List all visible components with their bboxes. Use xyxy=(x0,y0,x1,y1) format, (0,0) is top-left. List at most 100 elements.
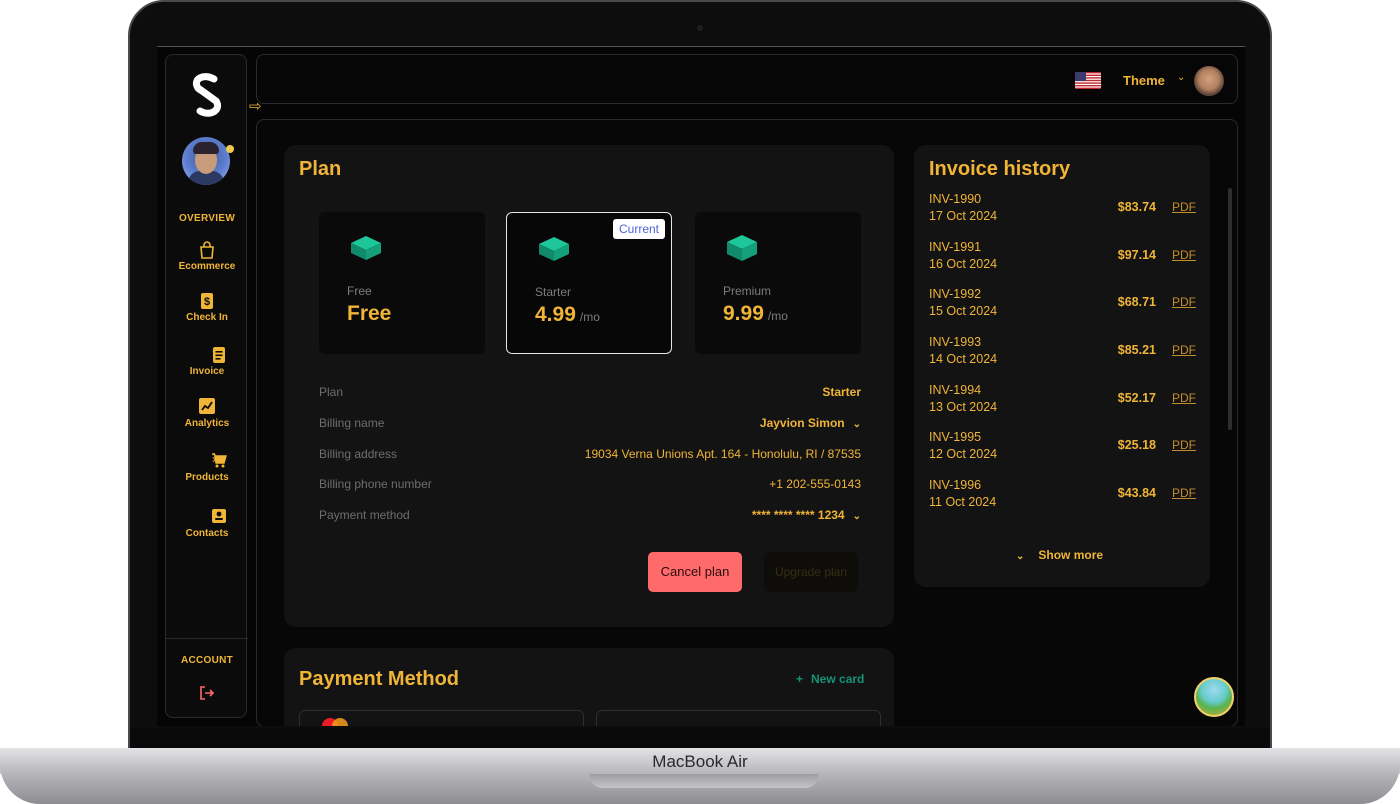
chevron-down-icon: ⌄ xyxy=(1016,551,1025,562)
screen: OVERVIEW Ecommerce $ Check In › Invoice xyxy=(157,46,1245,726)
detail-value: Starter xyxy=(822,385,861,399)
cube-icon xyxy=(727,235,757,261)
chevron-down-icon: ⌄ xyxy=(852,511,861,522)
invoice-id: INV-1990 xyxy=(929,192,982,206)
invoice-pdf-link[interactable]: PDF xyxy=(1172,438,1196,452)
new-card-button[interactable]: + New card xyxy=(796,672,864,686)
sidebar-item-label: Ecommerce xyxy=(178,261,236,272)
invoice-row: INV-1993 14 Oct 2024 $85.21 PDF xyxy=(929,335,1199,371)
invoice-pdf-link[interactable]: PDF xyxy=(1172,486,1196,500)
online-status-dot xyxy=(226,145,234,153)
document-icon xyxy=(190,346,248,364)
new-card-label: New card xyxy=(811,672,865,686)
detail-label: Payment method xyxy=(319,508,410,522)
invoice-pdf-link[interactable]: PDF xyxy=(1172,200,1196,214)
logout-icon xyxy=(166,685,248,703)
user-avatar[interactable] xyxy=(182,137,230,185)
invoice-row: INV-1995 12 Oct 2024 $25.18 PDF xyxy=(929,430,1199,466)
payment-method-dropdown[interactable]: **** **** **** 1234 ⌄ xyxy=(752,508,861,522)
invoice-date: 12 Oct 2024 xyxy=(929,447,998,461)
sidebar-item-contacts[interactable]: › Contacts xyxy=(166,508,248,539)
detail-label: Billing phone number xyxy=(319,477,432,491)
camera-icon xyxy=(697,25,703,31)
plan-card: Plan Free Free Current Starter 4.99/mo P… xyxy=(284,145,894,627)
sidebar-item-ecommerce[interactable]: Ecommerce xyxy=(166,241,248,272)
invoice-pdf-link[interactable]: PDF xyxy=(1172,248,1196,262)
logout-button[interactable] xyxy=(166,685,248,703)
show-more-label: Show more xyxy=(1038,548,1104,562)
upgrade-plan-button[interactable]: Upgrade plan xyxy=(764,552,858,592)
theme-selector[interactable]: Theme xyxy=(1123,73,1165,88)
invoice-id: INV-1993 xyxy=(929,335,982,349)
show-more-button[interactable]: ⌄ Show more xyxy=(1016,548,1103,562)
invoice-pdf-link[interactable]: PDF xyxy=(1172,343,1196,357)
sidebar-item-products[interactable]: › Products xyxy=(166,452,248,483)
invoice-id: INV-1994 xyxy=(929,383,982,397)
settings-fab-icon[interactable] xyxy=(1194,677,1234,717)
payment-card-item[interactable] xyxy=(299,710,584,726)
svg-text:$: $ xyxy=(204,296,210,308)
cube-icon xyxy=(351,236,381,260)
plan-tier-free[interactable]: Free Free xyxy=(319,212,485,354)
billing-name-dropdown[interactable]: Jayvion Simon ⌄ xyxy=(760,416,861,430)
detail-label: Plan xyxy=(319,385,344,399)
sidebar-item-label: Analytics xyxy=(184,418,230,429)
receipt-dollar-icon: $ xyxy=(166,292,248,310)
tier-price-value: 9.99 xyxy=(723,302,764,325)
chevron-right-icon: › xyxy=(212,508,216,522)
us-flag-icon[interactable] xyxy=(1075,72,1101,89)
app-logo-icon[interactable] xyxy=(188,71,226,119)
sidebar-item-analytics[interactable]: Analytics xyxy=(166,398,248,429)
profile-avatar[interactable] xyxy=(1194,66,1224,96)
detail-label: Billing name xyxy=(319,416,385,430)
tier-name: Premium xyxy=(723,284,772,298)
chart-icon xyxy=(166,398,248,416)
invoice-date: 14 Oct 2024 xyxy=(929,352,998,366)
detail-row-billing-phone: Billing phone number +1 202-555-0143 xyxy=(319,477,861,495)
invoice-amount: $68.71 xyxy=(1117,295,1156,309)
invoice-pdf-link[interactable]: PDF xyxy=(1172,391,1196,405)
detail-row-billing-address: Billing address 19034 Verna Unions Apt. … xyxy=(319,447,861,465)
sidebar-item-label: Products xyxy=(185,472,229,483)
invoice-history-title: Invoice history xyxy=(929,158,1071,180)
tier-period: /mo xyxy=(767,309,788,323)
sidebar-item-invoice[interactable]: › Invoice xyxy=(166,346,248,377)
detail-value: 19034 Verna Unions Apt. 164 - Honolulu, … xyxy=(584,447,861,461)
invoice-id: INV-1996 xyxy=(929,478,982,492)
cube-icon xyxy=(539,237,569,261)
tier-price-value: 4.99 xyxy=(535,303,576,326)
plan-tier-premium[interactable]: Premium 9.99/mo xyxy=(695,212,861,354)
invoice-amount: $83.74 xyxy=(1117,200,1156,214)
payment-method-card: Payment Method + New card xyxy=(284,648,894,726)
invoice-row: INV-1994 13 Oct 2024 $52.17 PDF xyxy=(929,383,1199,419)
sidebar-item-check-in[interactable]: $ Check In xyxy=(166,292,248,323)
plus-icon: + xyxy=(796,672,804,686)
invoice-amount: $43.84 xyxy=(1117,486,1156,500)
invoice-id: INV-1995 xyxy=(929,430,982,444)
sidebar: OVERVIEW Ecommerce $ Check In › Invoice xyxy=(165,54,248,718)
sidebar-divider xyxy=(166,638,248,639)
invoice-id: INV-1991 xyxy=(929,240,982,254)
main-content: Plan Free Free Current Starter 4.99/mo P… xyxy=(256,119,1238,726)
invoice-id: INV-1992 xyxy=(929,287,982,301)
tier-name: Starter xyxy=(535,285,572,299)
plan-tier-starter[interactable]: Current Starter 4.99/mo xyxy=(506,212,672,354)
chevron-down-icon[interactable]: ⌄ xyxy=(1177,72,1185,83)
sidebar-toggle-icon[interactable]: ⇨ xyxy=(249,97,267,115)
tier-price: 4.99/mo xyxy=(535,303,600,327)
contact-card-icon xyxy=(190,508,248,526)
sidebar-item-label: Check In xyxy=(186,312,228,323)
device-label: MacBook Air xyxy=(652,752,748,771)
invoice-date: 13 Oct 2024 xyxy=(929,400,998,414)
detail-row-billing-name: Billing name Jayvion Simon ⌄ xyxy=(319,416,861,434)
sidebar-item-label: Contacts xyxy=(185,528,229,539)
top-bar: Theme ⌄ xyxy=(256,54,1238,104)
scrollbar[interactable] xyxy=(1228,188,1232,430)
invoice-pdf-link[interactable]: PDF xyxy=(1172,295,1196,309)
detail-row-payment-method: Payment method **** **** **** 1234 ⌄ xyxy=(319,508,861,526)
cancel-plan-button[interactable]: Cancel plan xyxy=(648,552,742,592)
invoice-amount: $85.21 xyxy=(1117,343,1156,357)
section-account: ACCOUNT xyxy=(180,655,234,666)
payment-card-item[interactable] xyxy=(596,710,881,726)
chevron-right-icon: › xyxy=(212,346,216,360)
